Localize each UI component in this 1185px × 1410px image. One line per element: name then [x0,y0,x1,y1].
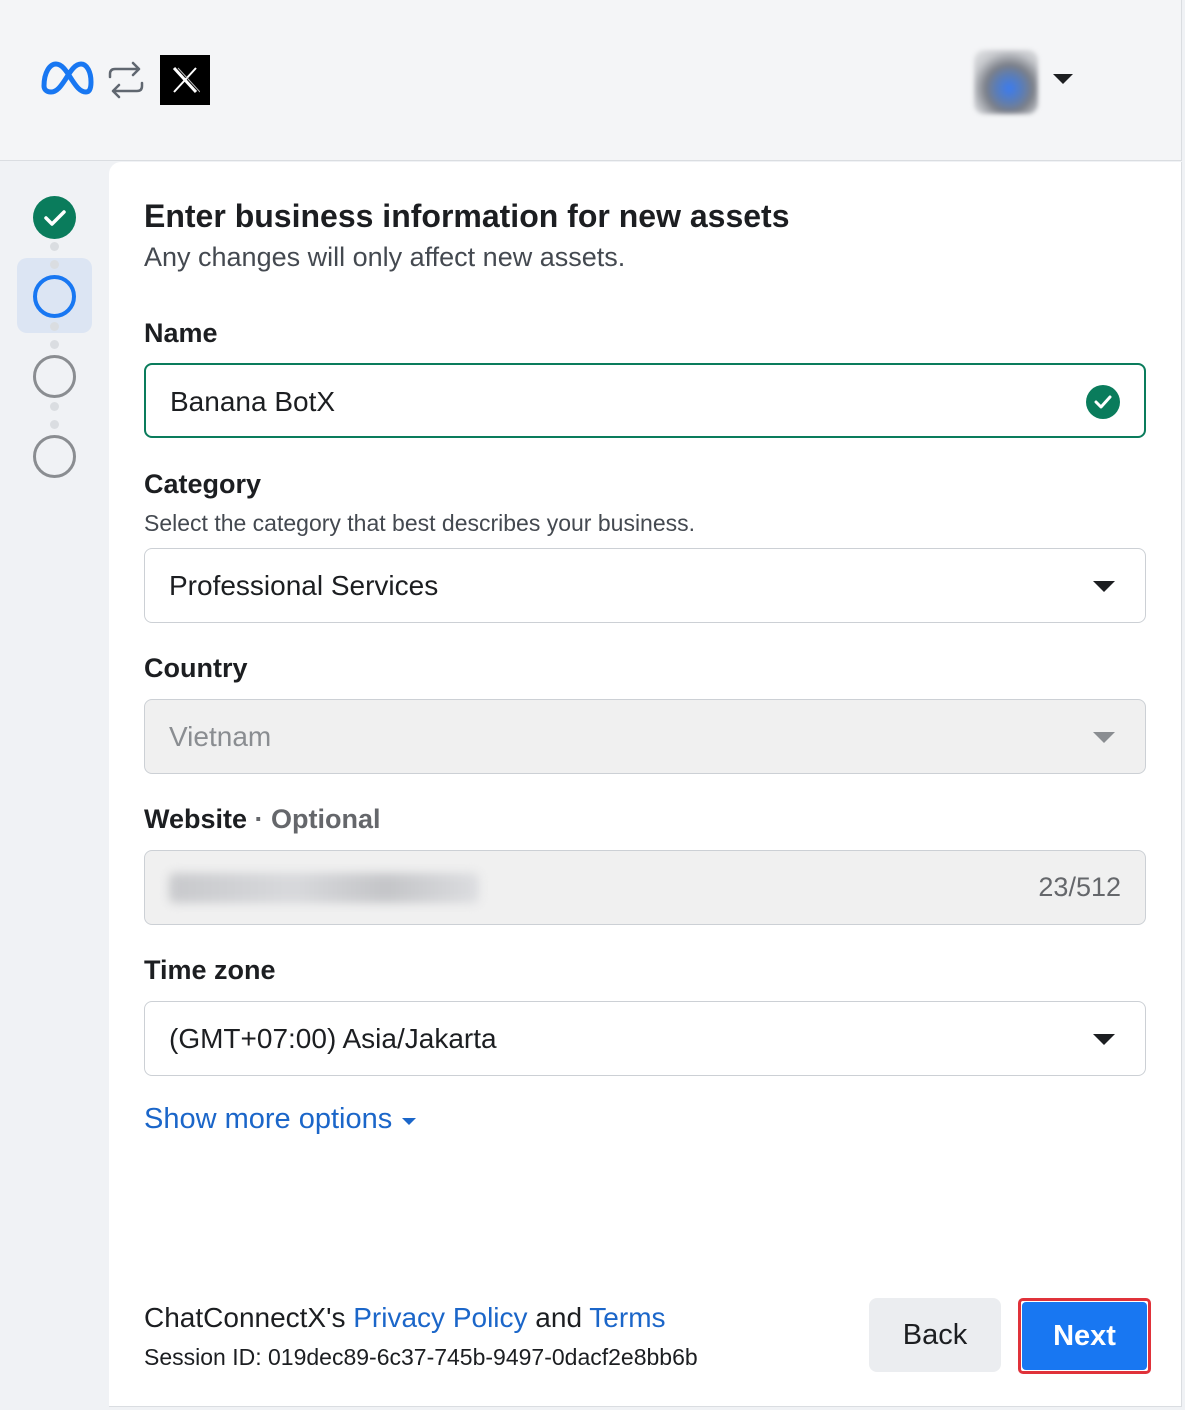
name-input[interactable]: Banana BotX [144,363,1146,438]
page-subtitle: Any changes will only affect new assets. [144,242,626,272]
website-label: Website · Optional [144,804,381,835]
and-text: and [535,1302,583,1333]
website-input[interactable]: 23/512 [144,850,1146,925]
website-value-redacted [169,873,479,903]
step-connector [50,322,59,331]
category-select[interactable]: Professional Services [144,548,1146,623]
website-label-text: Website [144,804,248,834]
chevron-down-icon [1093,732,1115,743]
show-more-options-link[interactable]: Show more options [144,1103,417,1136]
chevron-down-icon [1093,1034,1115,1045]
meta-logo-icon [41,61,94,95]
step-2-active-icon [33,275,76,318]
brand-prefix: ChatConnectX's [144,1302,346,1333]
step-connector [50,420,59,429]
character-counter: 23/512 [1038,872,1121,902]
show-more-options-label: Show more options [144,1103,393,1135]
category-select-value: Professional Services [169,570,439,601]
privacy-policy-link[interactable]: Privacy Policy [353,1302,527,1333]
country-label: Country [144,653,248,683]
step-connector [50,402,59,411]
valid-check-icon [1086,385,1120,419]
back-button[interactable]: Back [869,1298,1001,1372]
country-select: Vietnam [144,699,1146,774]
timezone-label: Time zone [144,955,276,985]
name-input-value: Banana BotX [170,386,336,417]
step-3-pending-icon [33,355,76,398]
form-panel: Enter business information for new asset… [109,162,1182,1407]
session-id: Session ID: 019dec89-6c37-745b-9497-0dac… [144,1344,698,1370]
step-connector [50,260,59,269]
optional-tag: · Optional [254,804,381,834]
step-4-pending-icon [33,435,76,478]
timezone-select-value: (GMT+07:00) Asia/Jakarta [169,1023,497,1054]
user-avatar-icon[interactable] [974,50,1038,114]
top-header [0,0,1182,161]
sync-icon [108,61,144,99]
legal-text: ChatConnectX's Privacy Policy and Terms [144,1302,666,1334]
timezone-select[interactable]: (GMT+07:00) Asia/Jakarta [144,1001,1146,1076]
step-1-complete-icon [33,196,76,239]
step-connector [50,242,59,251]
page-title: Enter business information for new asset… [144,198,790,234]
name-label: Name [144,318,218,348]
progress-stepper [0,162,109,1410]
account-menu-caret-icon[interactable] [1053,74,1073,84]
country-select-value: Vietnam [169,721,272,752]
category-helper-text: Select the category that best describes … [144,510,696,536]
next-button[interactable]: Next [1022,1302,1147,1370]
terms-link[interactable]: Terms [589,1302,665,1333]
category-label: Category [144,469,262,499]
caret-down-icon [402,1118,417,1125]
chevron-down-icon [1093,581,1115,592]
app-logo-icon [160,55,210,105]
step-connector [50,340,59,349]
